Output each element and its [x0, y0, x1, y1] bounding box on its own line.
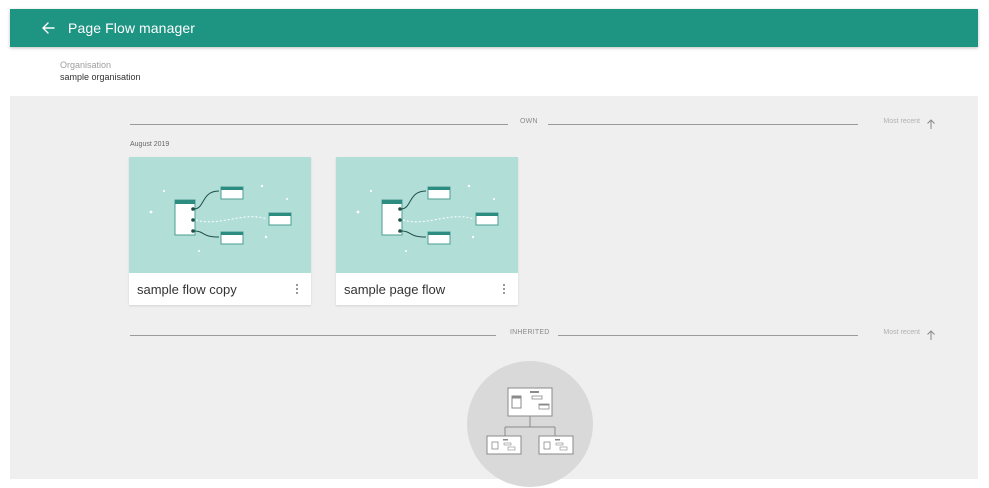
sort-most-recent-label[interactable]: Most recent — [883, 118, 920, 125]
organisation-name: sample organisation — [60, 72, 141, 82]
inherited-section-label: INHERITED — [510, 329, 550, 336]
inherited-section-header: INHERITED Most recent — [130, 328, 948, 342]
arrow-up-icon — [927, 330, 935, 340]
sort-button[interactable] — [926, 328, 936, 340]
divider-line-left — [130, 335, 496, 336]
own-section-label: OWN — [520, 118, 538, 125]
organisation-label: Organisation — [60, 60, 112, 70]
divider-line-left — [130, 124, 508, 125]
sort-most-recent-label[interactable]: Most recent — [883, 329, 920, 336]
flow-card[interactable]: sample page flow — [336, 157, 518, 305]
card-menu-button[interactable] — [287, 277, 307, 301]
arrow-up-icon — [927, 119, 935, 129]
flow-thumbnail-illustration — [336, 157, 518, 273]
own-section-header: OWN Most recent — [130, 117, 948, 131]
page-flow-hierarchy-illustration — [467, 361, 593, 487]
back-button[interactable] — [30, 9, 66, 47]
arrow-left-icon — [42, 22, 55, 34]
main-content: OWN Most recent August 2019 sample flow … — [10, 96, 978, 487]
card-footer: sample flow copy — [129, 273, 311, 305]
flow-card[interactable]: sample flow copy — [129, 157, 311, 305]
card-title[interactable]: sample page flow — [344, 282, 445, 297]
card-menu-button[interactable] — [494, 277, 514, 301]
divider-line-right — [558, 335, 858, 336]
kebab-menu-icon — [503, 284, 505, 294]
app-header: Page Flow manager — [10, 9, 978, 47]
divider-line-right — [548, 124, 858, 125]
group-date-label: August 2019 — [130, 141, 170, 148]
card-footer: sample page flow — [336, 273, 518, 305]
page-title: Page Flow manager — [68, 20, 195, 36]
flow-thumbnail-illustration — [129, 157, 311, 273]
organisation-info: Organisation sample organisation — [60, 60, 141, 82]
card-title[interactable]: sample flow copy — [137, 282, 237, 297]
sort-button[interactable] — [926, 117, 936, 129]
kebab-menu-icon — [296, 284, 298, 294]
